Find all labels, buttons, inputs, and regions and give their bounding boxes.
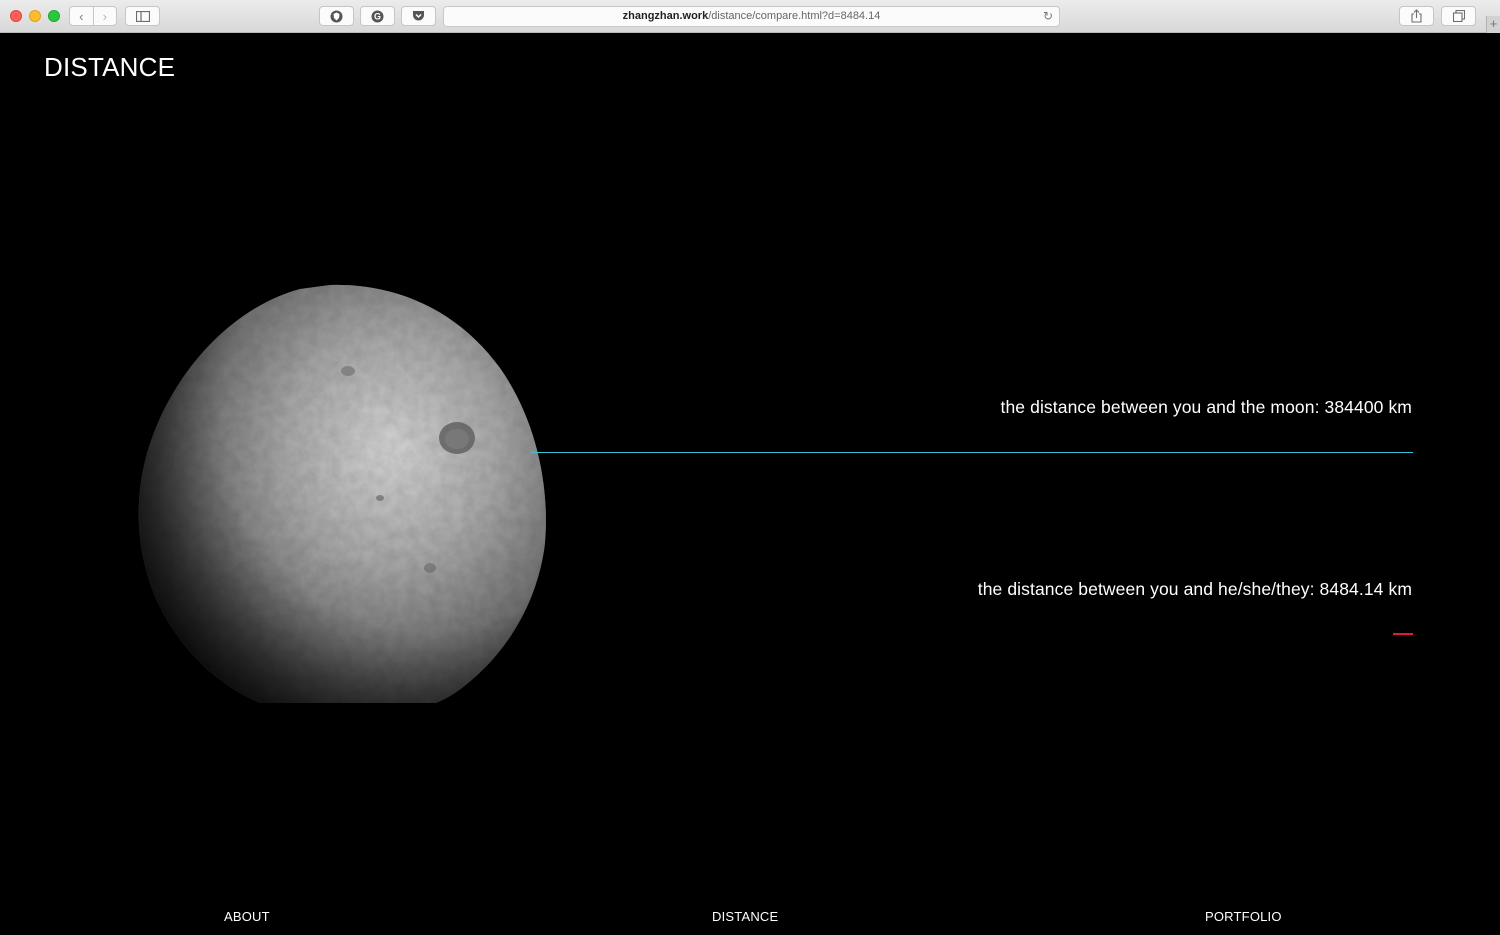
url-path: /distance/compare.html?d=8484.14 bbox=[708, 10, 881, 22]
chevron-left-icon[interactable]: ‹ bbox=[70, 7, 93, 25]
nav-about-link[interactable]: ABOUT bbox=[224, 909, 270, 924]
nav-portfolio-link[interactable]: PORTFOLIO bbox=[1205, 909, 1282, 924]
grammarly-icon: G bbox=[371, 10, 384, 22]
plus-icon[interactable]: + bbox=[1486, 16, 1500, 33]
svg-text:G: G bbox=[374, 11, 381, 21]
chevron-right-icon[interactable]: › bbox=[92, 7, 117, 25]
zoom-window-button[interactable] bbox=[48, 10, 60, 22]
moon-distance-text: the distance between you and the moon: 3… bbox=[1000, 397, 1412, 417]
nav-distance-link[interactable]: DISTANCE bbox=[712, 909, 778, 924]
moon-image bbox=[138, 284, 546, 703]
tabs-icon bbox=[1452, 10, 1465, 22]
page-content: DISTANCE the distance between you and th… bbox=[0, 33, 1500, 935]
share-button[interactable] bbox=[1399, 6, 1434, 26]
shield-icon bbox=[330, 10, 343, 22]
browser-toolbar: ‹ › G zhangzhan.work/distance/compare.ht… bbox=[0, 0, 1500, 33]
extension-pocket-button[interactable] bbox=[401, 6, 436, 26]
address-bar[interactable]: zhangzhan.work/distance/compare.html?d=8… bbox=[443, 6, 1060, 27]
extension-grammarly-button[interactable]: G bbox=[360, 6, 395, 26]
url-host: zhangzhan.work bbox=[622, 10, 709, 22]
sidebar-button[interactable] bbox=[125, 6, 160, 26]
close-window-button[interactable] bbox=[10, 10, 22, 22]
person-distance-text: the distance between you and he/she/they… bbox=[977, 579, 1412, 599]
moon-distance-line bbox=[531, 452, 1413, 453]
sidebar-icon bbox=[135, 10, 150, 22]
extension-shield-button[interactable] bbox=[319, 6, 354, 26]
person-distance-line bbox=[1393, 633, 1413, 635]
pocket-icon bbox=[413, 11, 424, 21]
share-icon bbox=[1411, 9, 1422, 23]
history-nav: ‹ › bbox=[69, 6, 117, 26]
show-tabs-button[interactable] bbox=[1441, 6, 1476, 26]
minimize-window-button[interactable] bbox=[29, 10, 41, 22]
reload-icon[interactable]: ↻ bbox=[1043, 7, 1053, 26]
page-title: DISTANCE bbox=[44, 52, 176, 82]
